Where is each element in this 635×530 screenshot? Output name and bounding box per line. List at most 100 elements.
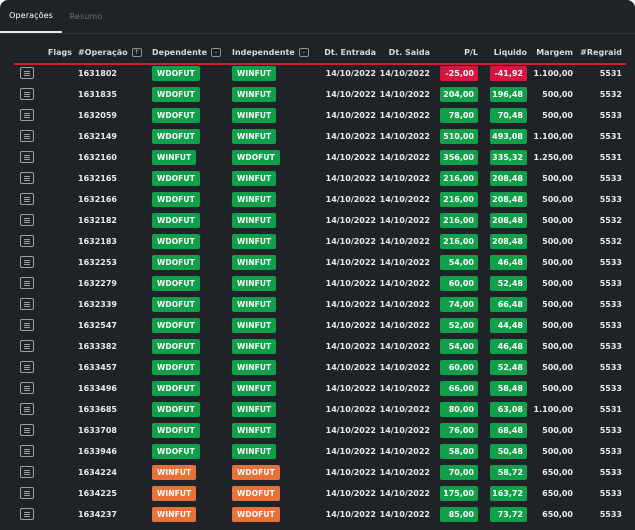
- independente-badge: WDOFUT: [232, 486, 280, 501]
- cell-entrada: 14/10/2022: [325, 447, 376, 456]
- table-row[interactable]: 1632166 WDOFUT WINFUT 14/10/2022 14/10/2022 2…: [0, 189, 635, 210]
- independente-badge: WINFUT: [232, 234, 277, 249]
- header-pl[interactable]: P/L: [440, 42, 478, 63]
- cell-pl: 76,00: [440, 420, 478, 441]
- header-saida[interactable]: Dt. Saida: [382, 42, 430, 63]
- flag-menu-icon[interactable]: [20, 151, 34, 163]
- flag-menu-icon[interactable]: [20, 193, 34, 205]
- table-row[interactable]: 1632165 WDOFUT WINFUT 14/10/2022 14/10/2022 2…: [0, 168, 635, 189]
- cell-dependente: WDOFUT: [152, 210, 225, 231]
- table-row[interactable]: 1632339 WDOFUT WINFUT 14/10/2022 14/10/2022 7…: [0, 294, 635, 315]
- flag-menu-icon[interactable]: [20, 382, 34, 394]
- table-row[interactable]: 1634237 WINFUT WDOFUT 14/10/2022 14/10/2022 8…: [0, 504, 635, 525]
- flag-menu-icon[interactable]: [20, 424, 34, 436]
- table-row[interactable]: 1632160 WINFUT WDOFUT 14/10/2022 14/10/2022 3…: [0, 147, 635, 168]
- header-dependente[interactable]: Dependente -: [152, 42, 225, 63]
- cell-liquido: 68,48: [490, 420, 527, 441]
- table-row[interactable]: 1633496 WDOFUT WINFUT 14/10/2022 14/10/2022 6…: [0, 378, 635, 399]
- cell-independente: WINFUT: [232, 378, 318, 399]
- flag-menu-icon[interactable]: [20, 466, 34, 478]
- sort-icon[interactable]: -: [298, 48, 309, 57]
- cell-saida: 14/10/2022: [379, 510, 430, 519]
- cell-operacao: 1633708: [78, 426, 117, 435]
- flag-menu-icon[interactable]: [20, 235, 34, 247]
- cell-independente: WINFUT: [232, 231, 318, 252]
- flag-menu-icon[interactable]: [20, 340, 34, 352]
- dependente-badge: WDOFUT: [152, 381, 200, 396]
- cell-liquido: 66,48: [490, 294, 527, 315]
- header-margem[interactable]: Margem: [530, 42, 573, 63]
- dependente-badge: WDOFUT: [152, 66, 200, 81]
- table-row[interactable]: 1631802 WDOFUT WINFUT 14/10/2022 14/10/2022 -…: [0, 63, 635, 84]
- cell-entrada: 14/10/2022: [325, 468, 376, 477]
- table-row[interactable]: 1632059 WDOFUT WINFUT 14/10/2022 14/10/2022 7…: [0, 105, 635, 126]
- table-row[interactable]: 1632182 WDOFUT WINFUT 14/10/2022 14/10/2022 2…: [0, 210, 635, 231]
- liquido-pill: 58,72: [490, 465, 527, 480]
- flag-menu-icon[interactable]: [20, 109, 34, 121]
- cell-pl: 78,00: [440, 105, 478, 126]
- flag-menu-icon[interactable]: [20, 361, 34, 373]
- table-row[interactable]: 1632279 WDOFUT WINFUT 14/10/2022 14/10/2022 6…: [0, 273, 635, 294]
- table-row[interactable]: 1633685 WDOFUT WINFUT 14/10/2022 14/10/2022 8…: [0, 399, 635, 420]
- cell-pl: 70,00: [440, 462, 478, 483]
- header-flags[interactable]: Flags: [16, 42, 72, 63]
- header-entrada[interactable]: Dt. Entrada: [320, 42, 376, 63]
- table-row[interactable]: 1632253 WDOFUT WINFUT 14/10/2022 14/10/2022 5…: [0, 252, 635, 273]
- header-regraid[interactable]: #Regraid: [580, 42, 622, 63]
- flag-menu-icon[interactable]: [20, 67, 34, 79]
- cell-independente: WINFUT: [232, 441, 318, 462]
- table-row[interactable]: 1634224 WINFUT WDOFUT 14/10/2022 14/10/2022 7…: [0, 462, 635, 483]
- table-row[interactable]: 1633457 WDOFUT WINFUT 14/10/2022 14/10/2022 6…: [0, 357, 635, 378]
- dependente-badge: WDOFUT: [152, 339, 200, 354]
- table-row[interactable]: 1632183 WDOFUT WINFUT 14/10/2022 14/10/2022 2…: [0, 231, 635, 252]
- table-row[interactable]: 1633708 WDOFUT WINFUT 14/10/2022 14/10/2022 7…: [0, 420, 635, 441]
- cell-pl: 216,00: [440, 168, 478, 189]
- tab-resumo[interactable]: Resumo: [62, 0, 110, 33]
- sort-icon[interactable]: -: [211, 48, 222, 57]
- table-row[interactable]: 1632547 WDOFUT WINFUT 14/10/2022 14/10/2022 5…: [0, 315, 635, 336]
- table-row[interactable]: 1633382 WDOFUT WINFUT 14/10/2022 14/10/2022 5…: [0, 336, 635, 357]
- liquido-pill: 208,48: [490, 192, 527, 207]
- flag-menu-icon[interactable]: [20, 214, 34, 226]
- cell-entrada: 14/10/2022: [325, 384, 376, 393]
- dependente-badge: WDOFUT: [152, 234, 200, 249]
- table-row[interactable]: 1633946 WDOFUT WINFUT 14/10/2022 14/10/2022 5…: [0, 441, 635, 462]
- cell-margem: 500,00: [542, 342, 573, 351]
- pl-pill: 54,00: [440, 339, 478, 354]
- table-row[interactable]: 1632149 WDOFUT WINFUT 14/10/2022 14/10/2022 5…: [0, 126, 635, 147]
- flag-menu-icon[interactable]: [20, 319, 34, 331]
- cell-dependente: WINFUT: [152, 483, 225, 504]
- header-liquido[interactable]: Liquido: [490, 42, 527, 63]
- flag-menu-icon[interactable]: [20, 277, 34, 289]
- flag-menu-icon[interactable]: [20, 487, 34, 499]
- flag-menu-icon[interactable]: [20, 445, 34, 457]
- liquido-pill: 46,48: [490, 339, 527, 354]
- flag-menu-icon[interactable]: [20, 298, 34, 310]
- pl-pill: 216,00: [440, 213, 478, 228]
- cell-saida: 14/10/2022: [379, 363, 430, 372]
- flag-menu-icon[interactable]: [20, 130, 34, 142]
- cell-regraid: 5533: [599, 489, 622, 498]
- dependente-badge: WDOFUT: [152, 171, 200, 186]
- header-operacao[interactable]: #Operação ↑: [78, 42, 144, 63]
- dependente-badge: WDOFUT: [152, 318, 200, 333]
- flag-menu-icon[interactable]: [20, 88, 34, 100]
- header-independente[interactable]: Independente -: [232, 42, 318, 63]
- flag-menu-icon[interactable]: [20, 508, 34, 520]
- cell-liquido: 208,48: [490, 210, 527, 231]
- cell-operacao: 1632279: [78, 279, 117, 288]
- tab-operacoes[interactable]: Operações: [0, 0, 62, 33]
- sort-asc-icon[interactable]: ↑: [131, 48, 142, 57]
- dependente-badge: WDOFUT: [152, 129, 200, 144]
- table-row[interactable]: 1634225 WINFUT WDOFUT 14/10/2022 14/10/2022 1…: [0, 483, 635, 504]
- cell-regraid: 5533: [599, 426, 622, 435]
- table-row[interactable]: 1631835 WDOFUT WINFUT 14/10/2022 14/10/2022 2…: [0, 84, 635, 105]
- cell-operacao: 1633946: [78, 447, 117, 456]
- flag-menu-icon[interactable]: [20, 172, 34, 184]
- flag-menu-icon[interactable]: [20, 256, 34, 268]
- flag-menu-icon[interactable]: [20, 403, 34, 415]
- cell-margem: 500,00: [542, 216, 573, 225]
- cell-regraid: 5531: [599, 405, 622, 414]
- cell-regraid: 5533: [599, 468, 622, 477]
- cell-entrada: 14/10/2022: [325, 69, 376, 78]
